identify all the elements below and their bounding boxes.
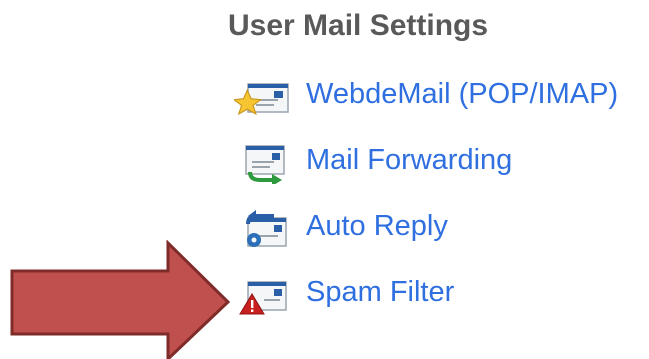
- menu-item-mail-forwarding[interactable]: Mail Forwarding: [228, 130, 649, 196]
- red-pointer-arrow-icon: [10, 240, 231, 359]
- mail-settings-menu: WebdeMail (POP/IMAP) Mail Forwarding Aut…: [228, 64, 649, 328]
- section-title: User Mail Settings: [228, 9, 489, 42]
- menu-item-spam-filter[interactable]: Spam Filter: [228, 262, 649, 328]
- auto-reply-link[interactable]: Auto Reply: [306, 207, 448, 245]
- spam-filter-link[interactable]: Spam Filter: [306, 273, 454, 311]
- mail-forward-icon: [234, 144, 292, 186]
- mail-forwarding-link[interactable]: Mail Forwarding: [306, 141, 512, 179]
- mail-spam-warning-icon: [234, 276, 292, 316]
- webdemail-link[interactable]: WebdeMail (POP/IMAP): [306, 75, 618, 113]
- user-mail-settings-panel: User Mail Settings WebdeMail (POP/IMAP): [0, 0, 649, 359]
- menu-item-webdemail[interactable]: WebdeMail (POP/IMAP): [228, 64, 649, 130]
- mail-star-icon: [232, 78, 292, 118]
- mail-auto-reply-icon: [234, 210, 292, 250]
- menu-item-auto-reply[interactable]: Auto Reply: [228, 196, 649, 262]
